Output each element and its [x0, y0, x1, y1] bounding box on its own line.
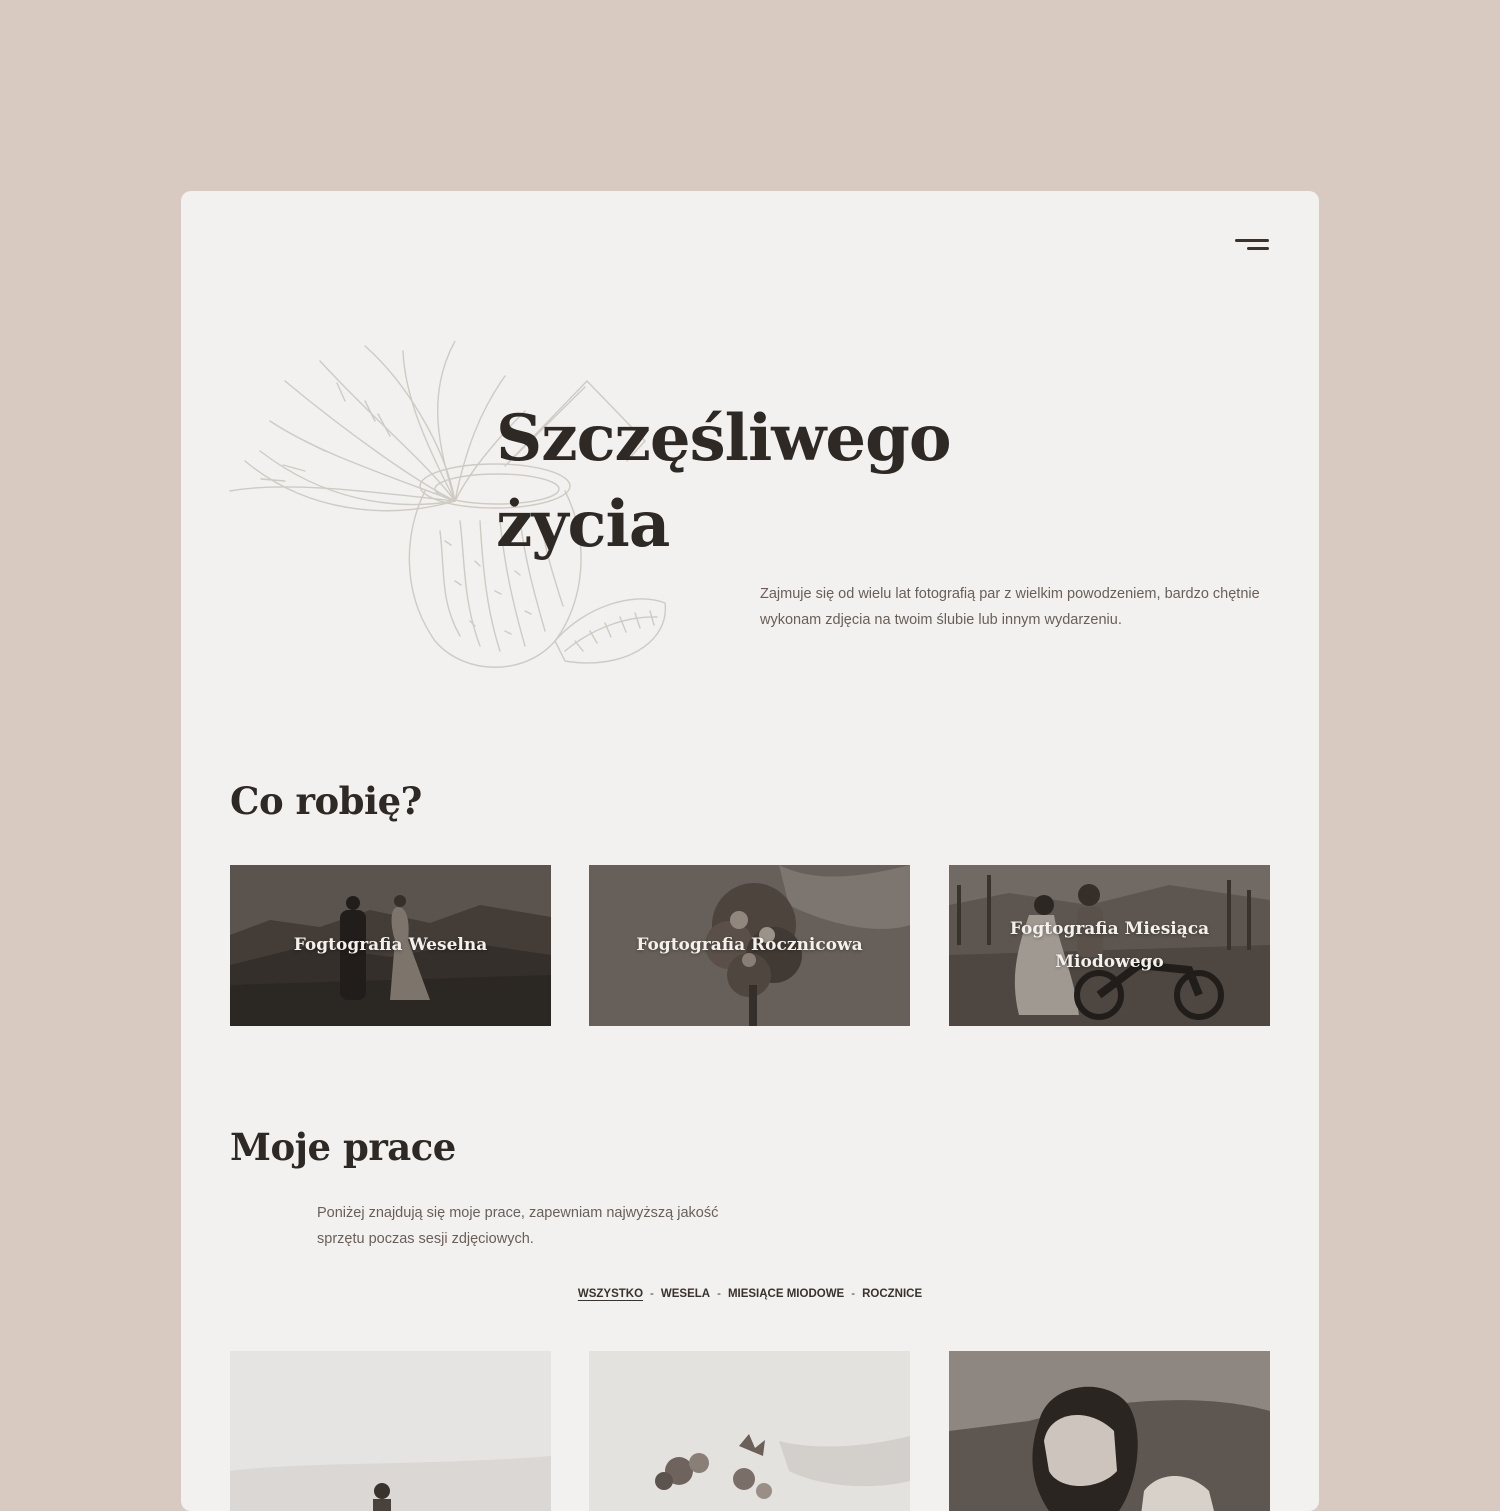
service-card-honeymoon[interactable]: Fogtografia Miesiąca Miodowego	[949, 865, 1270, 1026]
gallery-photo-couple-field	[230, 1351, 551, 1511]
gallery-item[interactable]	[230, 1351, 551, 1511]
filter-all[interactable]: WSZYSTKO	[578, 1288, 643, 1300]
filter-separator: -	[650, 1288, 654, 1300]
filter-separator: -	[851, 1288, 856, 1300]
works-description: Poniżej znajdują się moje prace, zapewni…	[317, 1205, 719, 1247]
portfolio-filters: WSZYSTKO - WESELA - MIESIĄCE MIODOWE - ROCZNIC…	[181, 1288, 1319, 1300]
gallery-item[interactable]	[589, 1351, 910, 1511]
services-title: Co robię?	[230, 779, 422, 823]
menu-line-bottom	[1247, 247, 1269, 250]
filter-anniversaries[interactable]: ROCZNICE	[862, 1288, 922, 1300]
service-card-anniversary[interactable]: Fogtografia Rocznicowa	[589, 865, 910, 1026]
gallery-item[interactable]	[949, 1351, 1270, 1511]
gallery-photo-couple-portrait	[949, 1351, 1270, 1511]
service-label-honeymoon: Fogtografia Miesiąca Miodowego	[1009, 918, 1210, 972]
hero-title-line-1: Szczęśliwego	[496, 401, 951, 476]
filter-weddings[interactable]: WESELA	[661, 1288, 710, 1300]
hero-title: Szczęśliwego życia	[496, 396, 951, 568]
filter-separator: -	[717, 1288, 721, 1300]
service-card-wedding[interactable]: Fogtografia Weselna	[230, 865, 551, 1026]
service-label-wedding: Fogtografia Weselna	[293, 935, 488, 955]
hero-title-line-2: życia	[496, 487, 670, 562]
works-title: Moje prace	[230, 1125, 456, 1169]
gallery-photo-flower-arch	[589, 1351, 910, 1511]
menu-line-top	[1235, 239, 1269, 242]
hamburger-menu-icon[interactable]	[1235, 237, 1271, 253]
filter-honeymoons[interactable]: MIESIĄCE MIODOWE	[728, 1288, 844, 1300]
hero-description: Zajmuje się od wielu lat fotografią par …	[760, 586, 1260, 628]
service-label-anniversary: Fogtografia Rocznicowa	[636, 935, 863, 955]
page-card: Szczęśliwego życia Zajmuje się od wielu …	[181, 191, 1319, 1511]
